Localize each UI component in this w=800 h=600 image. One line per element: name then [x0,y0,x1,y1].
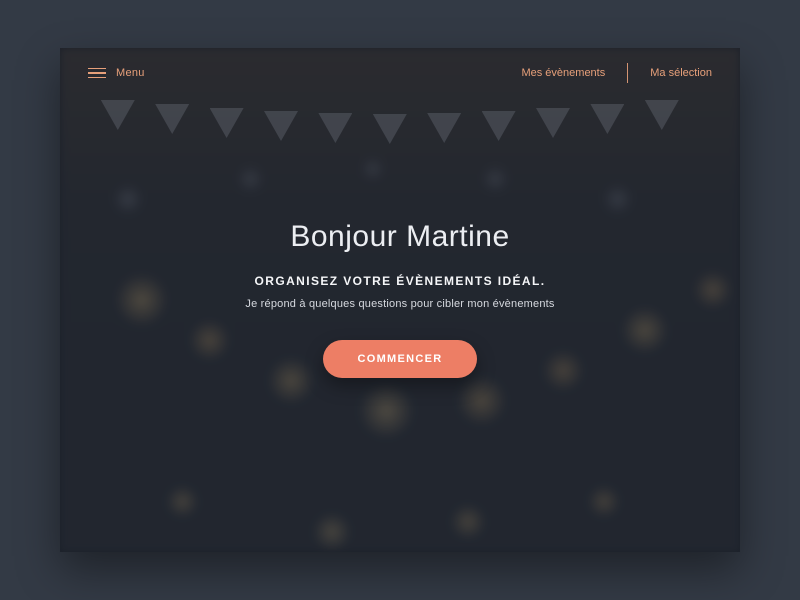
app-window: Menu Mes évènements Ma sélection Bonjour… [60,48,740,552]
hero: Bonjour Martine ORGANISEZ VOTRE ÉVÈNEMEN… [60,98,740,378]
subtitle: ORGANISEZ VOTRE ÉVÈNEMENTS IDÉAL. [60,274,740,288]
start-button[interactable]: COMMENCER [323,340,476,378]
header-nav: Mes évènements Ma sélection [521,63,712,83]
menu-label: Menu [116,67,145,79]
greeting-heading: Bonjour Martine [60,220,740,254]
header: Menu Mes évènements Ma sélection [60,48,740,98]
nav-divider [627,63,628,83]
menu-button[interactable]: Menu [88,67,145,79]
nav-link-selection[interactable]: Ma sélection [650,67,712,79]
nav-link-events[interactable]: Mes évènements [521,67,605,79]
description: Je répond à quelques questions pour cibl… [60,298,740,310]
hamburger-icon [88,68,106,79]
